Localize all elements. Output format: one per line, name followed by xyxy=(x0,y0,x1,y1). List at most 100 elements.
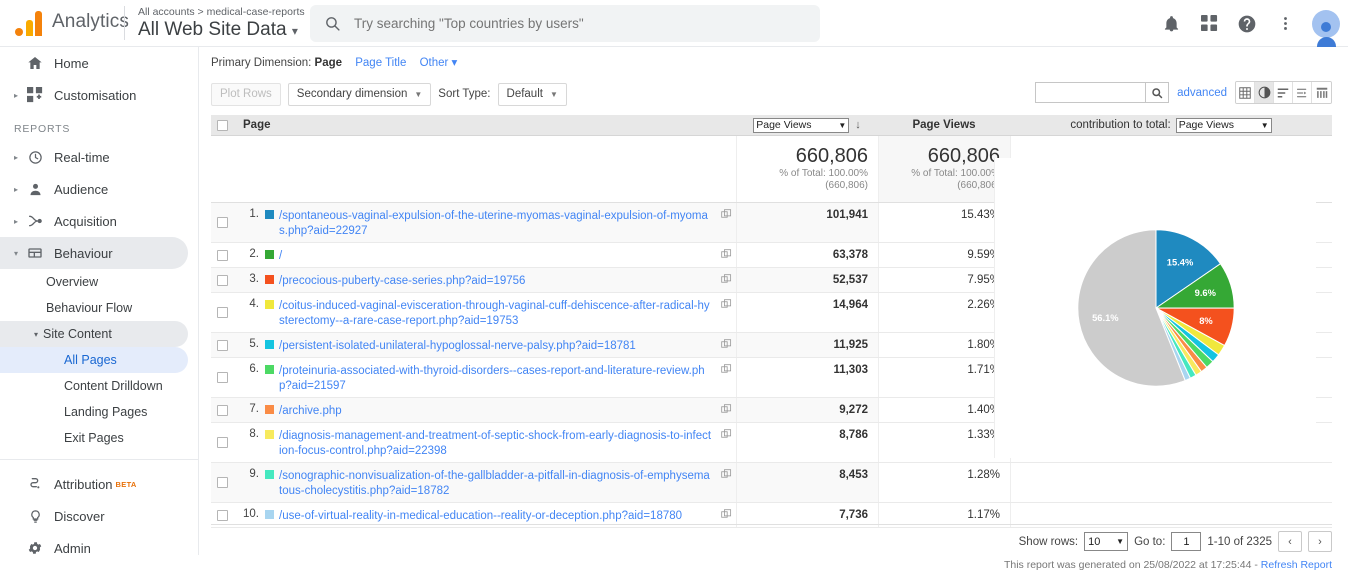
row-checkbox[interactable] xyxy=(217,250,228,261)
column-header-metric-select-cell: Page Views ▼ ↓ xyxy=(736,118,878,133)
sidebar-item-audience[interactable]: ▸ Audience xyxy=(0,173,188,205)
sidebar-item-site-content[interactable]: ▾ Site Content xyxy=(0,321,188,347)
row-checkbox[interactable] xyxy=(217,510,228,521)
previous-page-button[interactable]: ‹ xyxy=(1278,531,1302,552)
sidebar-item-landing-pages[interactable]: Landing Pages xyxy=(0,399,188,425)
table-view-button[interactable] xyxy=(1236,82,1255,103)
comparison-view-button[interactable] xyxy=(1293,82,1312,103)
show-rows-select[interactable]: 10 ▼ xyxy=(1084,532,1128,551)
pie-view-button[interactable] xyxy=(1255,82,1274,103)
sort-descending-icon[interactable]: ↓ xyxy=(855,119,861,131)
metric-select[interactable]: Page Views ▼ xyxy=(753,118,849,133)
row-url-link[interactable]: /persistent-isolated-unilateral-hypoglos… xyxy=(279,340,636,352)
open-page-icon[interactable] xyxy=(721,364,732,375)
row-url-cell: /spontaneous-vaginal-expulsion-of-the-ut… xyxy=(279,203,716,242)
sort-type-button[interactable]: Default ▼ xyxy=(498,83,567,106)
row-percentage: 15.43% xyxy=(878,203,1010,242)
row-page-views: 14,964 xyxy=(736,293,878,332)
advanced-filter-link[interactable]: advanced xyxy=(1177,87,1227,99)
plot-rows-button[interactable]: Plot Rows xyxy=(211,83,281,106)
sidebar-item-exit-pages[interactable]: Exit Pages xyxy=(0,425,188,451)
sidebar-item-all-pages[interactable]: All Pages xyxy=(0,347,188,373)
global-search[interactable] xyxy=(310,5,820,42)
sidebar-item-admin[interactable]: Admin xyxy=(0,532,188,564)
avatar[interactable] xyxy=(1312,10,1340,38)
sidebar-item-real-time[interactable]: ▸ Real-time xyxy=(0,141,188,173)
table-bottom-divider xyxy=(211,524,1332,525)
row-index: 7. xyxy=(233,398,259,422)
secondary-dimension-label: Secondary dimension xyxy=(297,88,408,100)
pie-slice-label: 56.1% xyxy=(1092,313,1119,323)
table-search-input[interactable] xyxy=(1035,82,1145,103)
goto-page-input[interactable] xyxy=(1171,532,1201,551)
apps-grid-icon[interactable] xyxy=(1194,9,1224,39)
row-checkbox[interactable] xyxy=(217,275,228,286)
sidebar-item-acquisition[interactable]: ▸ Acquisition xyxy=(0,205,188,237)
row-url-link[interactable]: / xyxy=(279,250,282,262)
help-icon[interactable] xyxy=(1232,9,1262,39)
open-page-icon[interactable] xyxy=(721,299,732,310)
sidebar-item-home-label: Home xyxy=(46,56,89,71)
row-url-link[interactable]: /proteinuria-associated-with-thyroid-dis… xyxy=(279,365,705,392)
sidebar-item-discover[interactable]: Discover xyxy=(0,500,188,532)
row-checkbox[interactable] xyxy=(217,437,228,448)
pivot-view-button[interactable] xyxy=(1312,82,1331,103)
open-page-icon-cell xyxy=(716,358,736,397)
dimension-link-page-title[interactable]: Page Title xyxy=(355,57,406,69)
sidebar-item-customisation[interactable]: ▸ Customisation xyxy=(0,79,188,111)
row-url-link[interactable]: /coitus-induced-vaginal-evisceration-thr… xyxy=(279,300,710,327)
row-page-views: 8,786 xyxy=(736,423,878,462)
table-search xyxy=(1035,82,1169,103)
primary-dimension-active[interactable]: Page xyxy=(315,57,343,69)
sidebar-item-attribution[interactable]: Attribution BETA xyxy=(0,468,188,500)
sidebar-item-overview[interactable]: Overview xyxy=(0,269,188,295)
row-checkbox[interactable] xyxy=(217,217,228,228)
secondary-dimension-button[interactable]: Secondary dimension ▼ xyxy=(288,83,432,106)
sidebar-item-content-drilldown[interactable]: Content Drilldown xyxy=(0,373,188,399)
row-page-views: 11,925 xyxy=(736,333,878,357)
row-url-cell: /sonographic-nonvisualization-of-the-gal… xyxy=(279,463,716,502)
select-all-checkbox[interactable] xyxy=(217,120,228,131)
row-url-link[interactable]: /archive.php xyxy=(279,405,342,417)
contribution-select[interactable]: Page Views ▼ xyxy=(1176,118,1272,133)
open-page-icon[interactable] xyxy=(721,404,732,415)
open-page-icon[interactable] xyxy=(721,249,732,260)
open-page-icon[interactable] xyxy=(721,469,732,480)
notifications-bell-icon[interactable] xyxy=(1156,9,1186,39)
row-checkbox[interactable] xyxy=(217,307,228,318)
row-url-link[interactable]: /spontaneous-vaginal-expulsion-of-the-ut… xyxy=(279,210,708,237)
row-checkbox[interactable] xyxy=(217,405,228,416)
row-url-cell: /persistent-isolated-unilateral-hypoglos… xyxy=(279,333,716,357)
row-url-link[interactable]: /precocious-puberty-case-series.php?aid=… xyxy=(279,275,525,287)
row-checkbox[interactable] xyxy=(217,477,228,488)
open-page-icon[interactable] xyxy=(721,509,732,520)
sidebar-item-behaviour-flow[interactable]: Behaviour Flow xyxy=(0,295,188,321)
sidebar-item-home[interactable]: Home xyxy=(0,47,188,79)
next-page-button[interactable]: › xyxy=(1308,531,1332,552)
row-page-views: 8,453 xyxy=(736,463,878,502)
row-index: 5. xyxy=(233,333,259,357)
more-options-icon[interactable] xyxy=(1270,9,1300,39)
sidebar-item-exit-pages-label: Exit Pages xyxy=(64,431,124,445)
table-search-button[interactable] xyxy=(1145,82,1169,103)
refresh-report-link[interactable]: Refresh Report xyxy=(1261,559,1332,571)
search-input[interactable] xyxy=(352,5,812,42)
sidebar-item-overview-label: Overview xyxy=(46,275,98,289)
open-page-icon[interactable] xyxy=(721,209,732,220)
sidebar-item-behaviour[interactable]: ▾ Behaviour xyxy=(0,237,188,269)
open-page-icon[interactable] xyxy=(721,339,732,350)
open-page-icon[interactable] xyxy=(721,429,732,440)
sidebar-item-real-time-label: Real-time xyxy=(46,150,110,165)
column-header-page[interactable]: Page xyxy=(233,119,736,131)
row-page-views: 52,537 xyxy=(736,268,878,292)
open-page-icon[interactable] xyxy=(721,274,732,285)
property-selector[interactable]: All Web Site Data ▾ xyxy=(138,19,298,41)
column-header-page-views[interactable]: Page Views xyxy=(878,119,1010,131)
row-url-link[interactable]: /sonographic-nonvisualization-of-the-gal… xyxy=(279,470,710,497)
row-url-link[interactable]: /use-of-virtual-reality-in-medical-educa… xyxy=(279,510,682,522)
row-checkbox[interactable] xyxy=(217,372,228,383)
performance-view-button[interactable] xyxy=(1274,82,1293,103)
dimension-link-other[interactable]: Other ▾ xyxy=(420,57,458,69)
row-url-link[interactable]: /diagnosis-management-and-treatment-of-s… xyxy=(279,430,711,457)
row-checkbox[interactable] xyxy=(217,340,228,351)
